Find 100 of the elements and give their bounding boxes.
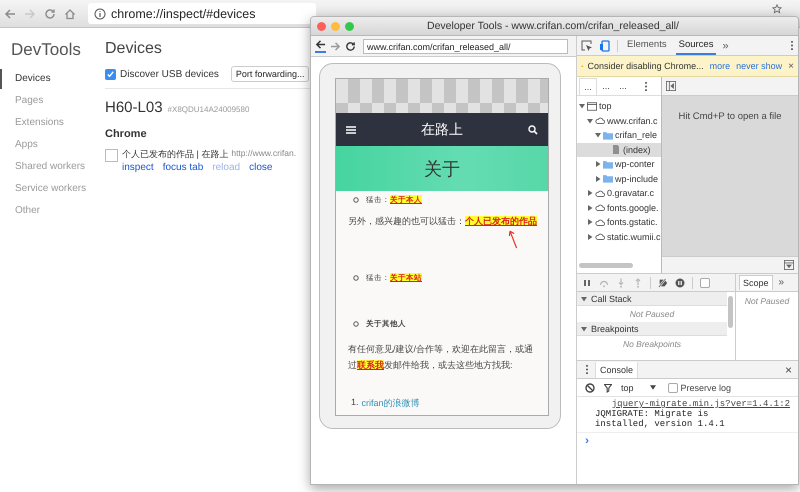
pause-icon[interactable]	[582, 278, 592, 288]
tab[interactable]: ...	[579, 78, 597, 94]
reload-icon[interactable]	[345, 40, 356, 52]
search-icon[interactable]	[528, 124, 538, 134]
warning-text: Consider disabling Chrome...	[588, 61, 704, 71]
console-message: JQMIGRATE: Migrate is installed, version 1.4.1	[595, 409, 726, 429]
tab[interactable]: ...	[598, 78, 614, 94]
link[interactable]: 联系我	[357, 360, 384, 370]
link[interactable]: crifan的浪微博	[362, 397, 420, 410]
more-icon[interactable]	[644, 80, 648, 92]
expand-icon[interactable]	[595, 132, 601, 138]
checkbox[interactable]	[105, 68, 116, 80]
inspect-icon[interactable]	[581, 40, 593, 52]
tab[interactable]: Elements	[624, 36, 670, 55]
url-field[interactable]: www.crifan.com/crifan_released_all/	[363, 38, 568, 54]
bullet-icon	[353, 321, 359, 327]
link[interactable]: 个人已发布的作品	[465, 216, 537, 226]
cloud-icon	[595, 116, 605, 126]
sidebar-item[interactable]: Devices	[0, 69, 95, 89]
home-icon[interactable]	[64, 8, 76, 20]
expand-icon[interactable]	[587, 204, 593, 211]
tree-item[interactable]: wp-conter	[577, 157, 661, 172]
section-header[interactable]: Call Stack	[577, 292, 727, 306]
expand-icon[interactable]	[595, 176, 601, 182]
bullet-icon	[353, 275, 359, 281]
target-title: 个人已发布的作品 | 在路上	[122, 148, 228, 161]
expand-icon[interactable]	[587, 190, 593, 196]
more-icon[interactable]	[585, 364, 589, 375]
banner-title: 关于	[424, 158, 460, 180]
warning-link[interactable]: more	[710, 61, 730, 71]
tree-item[interactable]: fonts.google.	[577, 200, 661, 215]
tree-item[interactable]: crifan_rele	[577, 128, 661, 142]
forward-icon[interactable]	[330, 40, 341, 52]
expand-icon[interactable]	[587, 234, 593, 240]
paragraph: 另外，感兴趣的也可以猛击：个人已发布的作品	[348, 216, 537, 226]
tree-item[interactable]: (index)	[577, 142, 661, 157]
port-forwarding-button[interactable]: Port forwarding...	[230, 66, 310, 82]
tree-item[interactable]: fonts.gstatic.	[577, 215, 661, 230]
checkbox[interactable]	[105, 149, 118, 162]
tree-item[interactable]: top	[577, 99, 661, 114]
expand-icon[interactable]	[579, 103, 585, 110]
window-title: Developer Tools - www.crifan.com/crifan_released_all/	[427, 20, 679, 32]
scrollbar[interactable]	[728, 296, 733, 328]
page-title: Devices	[105, 40, 162, 58]
clear-icon[interactable]	[585, 382, 595, 392]
empty-message: No Breakpoints	[622, 338, 682, 351]
action-link[interactable]: close	[249, 162, 272, 173]
tab[interactable]: Console	[595, 362, 638, 378]
info-icon[interactable]	[94, 8, 106, 20]
scrollbar[interactable]	[579, 263, 633, 268]
action-link[interactable]: focus tab	[162, 162, 204, 173]
filter-icon[interactable]	[603, 382, 613, 392]
empty-message: Not Paused	[744, 296, 790, 306]
sidebar-toggle-icon[interactable]	[666, 81, 676, 91]
target-url: http://www.crifan.	[231, 148, 296, 160]
expand-icon[interactable]	[587, 118, 593, 124]
more-tabs[interactable]: »	[722, 40, 729, 52]
context-dropdown[interactable]: top	[621, 382, 656, 392]
paragraph: 有任何意见/建议/合作等，欢迎在此留言，或通过联系我发邮件给我，或去这些地方找我:	[348, 344, 534, 370]
source-link[interactable]: jquery-migrate.min.js?ver=1.4.1:2	[612, 399, 790, 409]
checkbox-label: Preserve log	[680, 382, 732, 392]
tree-item[interactable]: static.wumii.c	[577, 230, 661, 244]
deactivate-breakpoints-icon[interactable]	[658, 278, 668, 288]
expand-icon[interactable]	[587, 219, 593, 226]
dropdown-icon	[650, 385, 656, 390]
bullet-icon	[353, 197, 359, 203]
action-link[interactable]: inspect	[122, 162, 154, 173]
tree-item[interactable]: 0.gravatar.c	[577, 186, 661, 200]
tree-item[interactable]: wp-include	[577, 172, 661, 186]
checkbox[interactable]	[700, 278, 710, 288]
file-icon	[611, 145, 621, 154]
tree-item[interactable]: www.crifan.c	[577, 114, 661, 128]
expand-icon[interactable]	[595, 161, 601, 168]
menu-icon[interactable]	[346, 126, 356, 134]
editor-hint: Hit Cmd+P to open a file	[678, 111, 782, 124]
drawer-toggle-icon[interactable]	[784, 260, 794, 270]
console-prompt[interactable]: ›	[577, 433, 798, 447]
section-header[interactable]: Breakpoints	[577, 322, 727, 336]
frame-icon	[587, 102, 597, 111]
expand-icon[interactable]	[581, 296, 587, 302]
device-icon[interactable]	[599, 40, 611, 52]
tab[interactable]: ...	[615, 78, 631, 94]
device-name: H60-L03	[105, 99, 163, 116]
back-icon[interactable]	[315, 39, 326, 53]
close-button[interactable]: ×	[788, 60, 794, 72]
sidebar-title: DevTools	[10, 40, 82, 60]
folder-icon	[603, 130, 613, 140]
close-button[interactable]: ×	[784, 362, 792, 376]
more-tabs[interactable]: »	[778, 277, 784, 288]
checkbox[interactable]	[668, 382, 678, 392]
empty-message: Not Paused	[628, 308, 676, 321]
site-title: 在路上	[420, 120, 464, 138]
address-field[interactable]: chrome://inspect/#devices	[88, 3, 316, 24]
warning-link[interactable]: never show	[736, 61, 782, 71]
pause-on-exceptions-icon[interactable]	[675, 278, 685, 288]
star-icon[interactable]	[772, 4, 782, 14]
more-icon[interactable]	[790, 40, 794, 51]
device-serial: #X8QDU14A24009580	[168, 105, 250, 114]
tab[interactable]: Scope	[739, 275, 773, 290]
expand-icon[interactable]	[581, 326, 587, 332]
